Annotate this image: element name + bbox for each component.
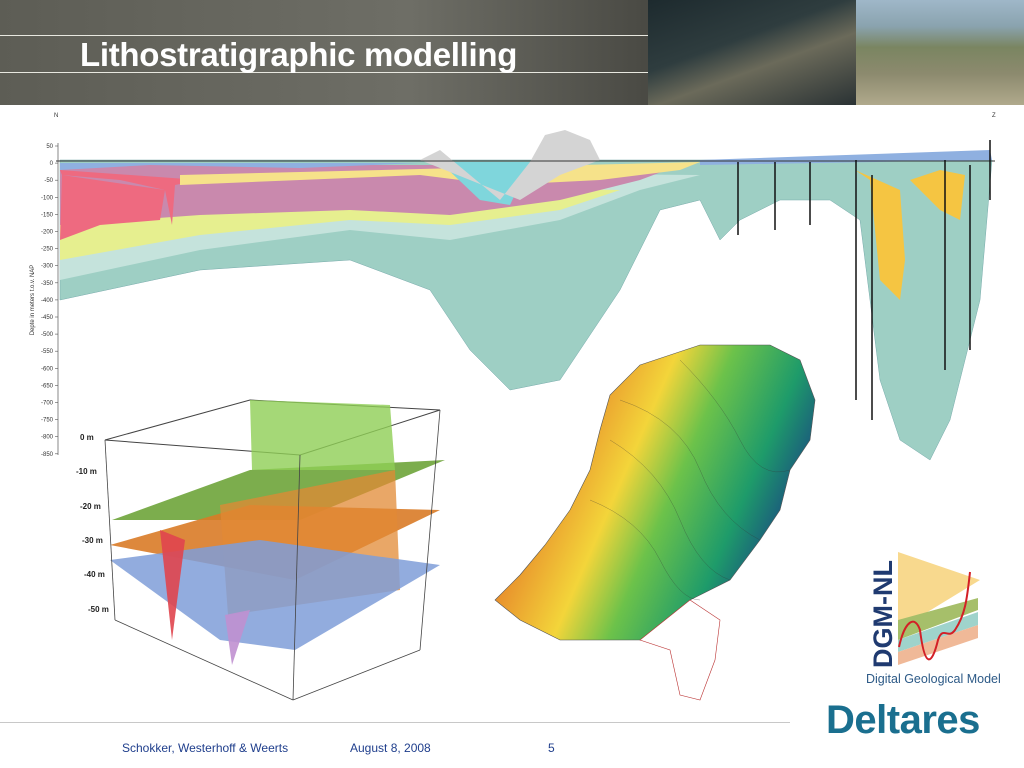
depth-label-10: -10 m [76, 467, 97, 476]
depth-tick-label: -100 [41, 195, 54, 201]
figures: N Z Depte in meters t.o.v. NAP 50 0 -50 -10… [30, 113, 996, 701]
netherlands-depth-map [494, 344, 816, 701]
depth-tick-label: -850 [41, 452, 54, 458]
depth-label-40: -40 m [84, 570, 105, 579]
depth-tick-label: -150 [41, 212, 54, 218]
depth-tick-label: -200 [41, 230, 54, 236]
dgm-nl-logo: DGM-NL [868, 552, 980, 668]
depth-tick-label: -700 [41, 401, 54, 407]
depth-tick-label: -450 [41, 315, 54, 321]
depth-label-30: -30 m [82, 536, 103, 545]
3d-block-model: 0 m -10 m -20 m -30 m -40 m -50 m [76, 399, 445, 701]
depth-axis-label: Depte in meters t.o.v. NAP [30, 265, 36, 336]
depth-tick-label: -350 [41, 281, 54, 287]
south-label: Z [992, 113, 996, 119]
depth-tick-label: -650 [41, 383, 54, 389]
footer-date: August 8, 2008 [350, 741, 431, 755]
depth-label-0: 0 m [80, 433, 94, 442]
depth-tick-label: -600 [41, 366, 54, 372]
depth-tick-label: -400 [41, 298, 54, 304]
depth-tick-label: -750 [41, 418, 54, 424]
depth-tick-label: -550 [41, 349, 54, 355]
depth-tick-label: -50 [44, 178, 53, 184]
dgm-logo-text: DGM-NL [868, 560, 898, 668]
footer-divider [0, 722, 790, 723]
footer-authors: Schokker, Westerhoff & Weerts [122, 741, 289, 755]
depth-tick-label: 0 [50, 161, 54, 167]
cross-section: N Z Depte in meters t.o.v. NAP 50 0 -50 -10… [30, 113, 996, 461]
north-label: N [54, 113, 58, 119]
depth-tick-label: -500 [41, 332, 54, 338]
depth-tick-label: 50 [46, 144, 53, 150]
depth-tick-label: -800 [41, 435, 54, 441]
depth-label-20: -20 m [80, 502, 101, 511]
depth-label-50: -50 m [88, 605, 109, 614]
depth-tick-label: -250 [41, 247, 54, 253]
deltares-logo: Deltares [826, 698, 980, 742]
dgm-caption: Digital Geological Model [866, 672, 1001, 686]
footer-page-number: 5 [548, 741, 555, 755]
depth-tick-label: -300 [41, 264, 54, 270]
